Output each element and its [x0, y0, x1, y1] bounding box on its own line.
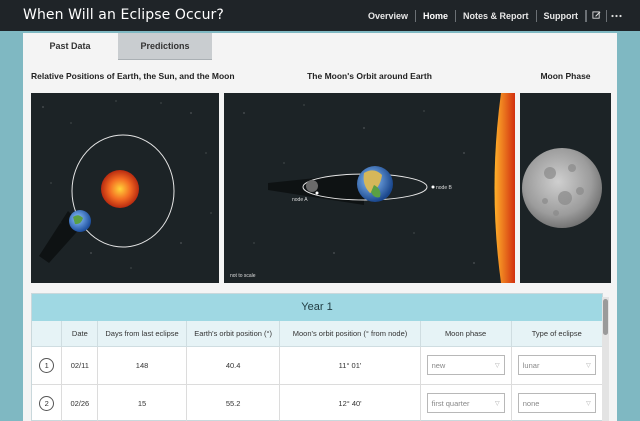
sun-icon	[101, 170, 139, 208]
eclipse-type-value: none	[522, 398, 540, 408]
nav-support[interactable]: Support	[537, 9, 586, 22]
moon-phase-value: first quarter	[431, 398, 470, 408]
year-header: Year 1	[32, 294, 602, 321]
moon-phase-select[interactable]: first quarter ▽	[426, 393, 505, 413]
nav-overview[interactable]: Overview	[361, 9, 416, 22]
relative-positions-view[interactable]	[31, 93, 219, 283]
eclipse-type-select[interactable]: none ▽	[517, 393, 596, 413]
days-cell: 148	[97, 346, 187, 385]
col-header-date: Date	[61, 321, 99, 347]
moon-phase-title: Moon Phase	[540, 71, 591, 81]
app-title: When Will an Eclipse Occur?	[23, 7, 224, 23]
moon-orbit-title: The Moon's Orbit around Earth	[307, 71, 432, 81]
earth-position-cell: 55.2	[186, 384, 281, 421]
col-header-moon-position: Moon's orbit position (° from node)	[279, 321, 421, 347]
moon-phase-value: new	[431, 360, 446, 370]
main-nav: Overview Home Notes & Report Support	[361, 0, 626, 31]
row-number: 1	[39, 357, 55, 373]
tab-past-data[interactable]: Past Data	[23, 33, 117, 60]
col-header-earth-position: Earth's orbit position (°)	[186, 321, 281, 347]
moon-icon	[306, 180, 318, 192]
moon-orbit-view[interactable]: node A node B not to scale	[224, 93, 515, 283]
relative-positions-title: Relative Positions of Earth, the Sun, an…	[31, 71, 235, 81]
moon-phase-view	[520, 93, 611, 283]
main-panel: Past Data Predictions Relative Positions…	[23, 33, 617, 421]
eclipse-type-value: lunar	[522, 360, 540, 370]
eclipse-table: Year 1 Date Days from last eclipse Earth…	[31, 293, 603, 421]
col-header-eclipse-type: Type of eclipse	[511, 321, 602, 347]
eclipse-type-select[interactable]: lunar ▽	[517, 355, 596, 375]
col-header-num	[32, 321, 63, 347]
col-header-days: Days from last eclipse	[97, 321, 187, 347]
node-b-label: node B	[436, 185, 453, 191]
moon-position-cell: 11° 01'	[279, 346, 421, 385]
edit-icon[interactable]	[586, 9, 606, 22]
tab-bar: Past Data Predictions	[23, 33, 212, 60]
scale-note: not to scale	[230, 273, 256, 279]
table-row: 2 02/26 15 55.2 12° 40' first quarter ▽ …	[32, 384, 602, 421]
earth-position-cell: 40.4	[186, 346, 281, 385]
date-cell: 02/26	[61, 384, 99, 421]
moon-phase-icon	[522, 148, 602, 228]
moon-position-cell: 12° 40'	[279, 384, 421, 421]
table-row: 1 02/11 148 40.4 11° 01' new ▽ lunar ▽	[32, 346, 602, 385]
tab-predictions[interactable]: Predictions	[118, 33, 212, 60]
chevron-down-icon: ▽	[586, 400, 591, 407]
table-header-row: Date Days from last eclipse Earth's orbi…	[32, 321, 602, 347]
days-cell: 15	[97, 384, 187, 421]
nav-notes-report[interactable]: Notes & Report	[456, 9, 537, 22]
table-scrollbar[interactable]	[602, 297, 609, 421]
nav-home[interactable]: Home	[416, 9, 456, 22]
row-number: 2	[39, 395, 55, 411]
chevron-down-icon: ▽	[494, 400, 500, 407]
date-cell: 02/11	[61, 346, 99, 385]
chevron-down-icon: ▽	[494, 362, 500, 369]
moon-phase-select[interactable]: new ▽	[426, 355, 505, 375]
more-icon[interactable]	[606, 9, 626, 22]
chevron-down-icon: ▽	[586, 362, 591, 369]
node-a-label: node A	[292, 197, 308, 203]
scrollbar-thumb[interactable]	[603, 299, 608, 335]
col-header-moon-phase: Moon phase	[420, 321, 512, 347]
top-bar: When Will an Eclipse Occur? Overview Hom…	[0, 0, 640, 31]
eclipse-data-table: Date Days from last eclipse Earth's orbi…	[32, 321, 602, 421]
